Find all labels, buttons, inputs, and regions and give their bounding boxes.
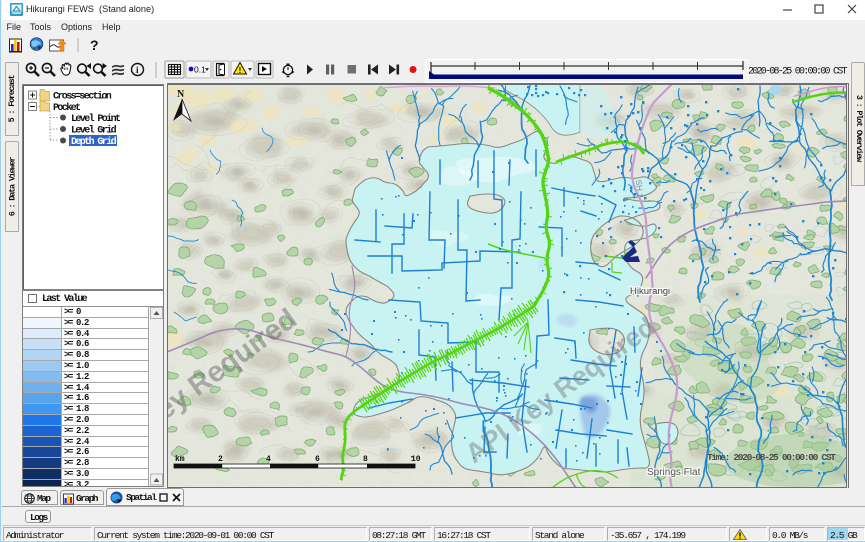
svg-text:0.1: 0.1 — [194, 65, 206, 75]
svg-text:Level Grid: Level Grid — [71, 125, 117, 137]
svg-text:4: 4 — [266, 455, 271, 464]
svg-text:Depth Grid: Depth Grid — [71, 136, 117, 148]
svg-text:Pocket: Pocket — [53, 102, 81, 114]
svg-text:Hikurangi: Hikurangi — [630, 286, 670, 297]
svg-text:2: 2 — [218, 455, 223, 464]
svg-text:?: ? — [90, 37, 99, 53]
svg-text:Cross=section: Cross=section — [53, 91, 112, 103]
svg-text:km: km — [175, 455, 185, 464]
svg-text:2020-08-25 00:00:00 CST: 2020-08-25 00:00:00 CST — [748, 67, 848, 78]
svg-text:Springs Flat: Springs Flat — [647, 467, 701, 478]
svg-text:i: i — [136, 65, 139, 75]
svg-text:!: ! — [239, 66, 242, 75]
svg-text:Time: 2020-08-25 00:00:00 CST: Time: 2020-08-25 00:00:00 CST — [707, 452, 836, 463]
svg-text:10: 10 — [411, 455, 421, 464]
svg-text:Level Point: Level Point — [71, 113, 121, 125]
svg-text:6: 6 — [315, 455, 320, 464]
svg-text:8: 8 — [363, 455, 368, 464]
svg-text:N: N — [177, 89, 185, 100]
svg-text:SH 1: SH 1 — [634, 179, 645, 198]
